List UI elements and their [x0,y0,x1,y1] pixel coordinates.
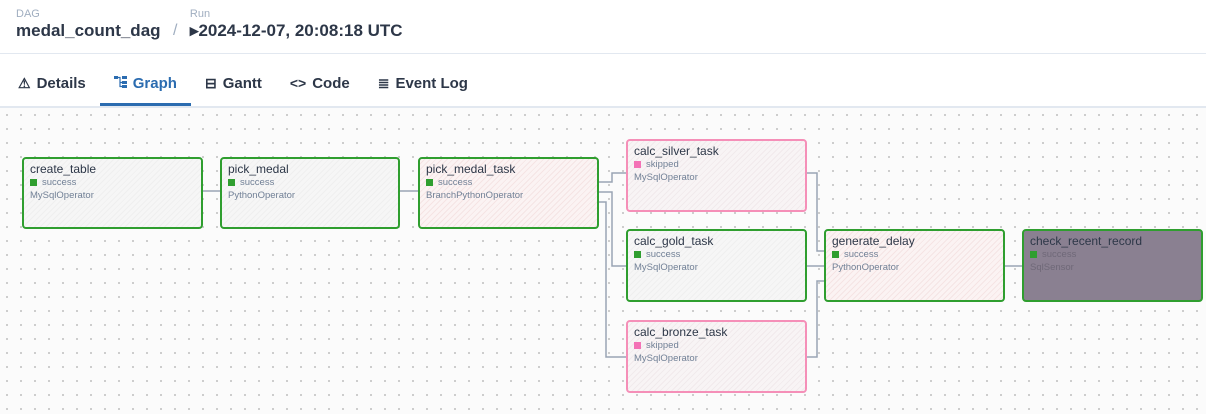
graph-canvas[interactable]: create_table success MySqlOperator pick_… [0,108,1206,414]
state-indicator [634,161,641,168]
task-operator: PythonOperator [832,262,900,273]
task-id: calc_bronze_task [634,325,728,339]
task-state: success [832,248,997,261]
tab-code[interactable]: <> Code [276,62,364,104]
tab-label: Code [312,74,350,92]
task-id: generate_delay [832,234,915,248]
task-operator: PythonOperator [228,190,296,201]
edge-pick-medal-task-calc-silver [598,172,627,183]
tab-gantt[interactable]: ⊟ Gantt [191,62,276,104]
task-operator: MySqlOperator [634,172,698,183]
task-operator: MySqlOperator [634,353,698,364]
state-indicator [228,179,235,186]
tab-label: Details [36,74,86,92]
dag-id[interactable]: medal_count_dag [16,20,161,42]
edge-calc-silver-generate-delay [806,172,825,252]
task-id: pick_medal [228,162,289,176]
task-state: success [634,248,799,261]
task-id: pick_medal_task [426,162,516,176]
task-operator: MySqlOperator [30,190,94,201]
tab-bar: ⚠ Details Graph ⊟ Gantt <> Code ≣ Event … [18,62,482,108]
edge-pick-medal-task-calc-gold [598,191,627,267]
state-indicator [634,342,641,349]
task-id: calc_silver_task [634,144,719,158]
state-indicator [426,179,433,186]
task-state: success [30,176,195,189]
task-node-check-recent-record[interactable]: check_recent_record success SqlSensor [1022,229,1203,302]
task-state: skipped [634,158,799,171]
code-icon: <> [289,75,307,91]
state-indicator [1030,251,1037,258]
gantt-icon: ⊟ [204,74,217,91]
tab-label: Graph [132,74,177,92]
state-indicator [634,251,641,258]
graph-icon [113,75,127,91]
state-indicator [832,251,839,258]
task-node-create-table[interactable]: create_table success MySqlOperator [22,157,203,229]
state-indicator [30,179,37,186]
task-node-generate-delay[interactable]: generate_delay success PythonOperator [824,229,1005,302]
tab-graph[interactable]: Graph [99,62,192,106]
task-operator: SqlSensor [1030,262,1074,273]
breadcrumb: DAG medal_count_dag / Run ▸2024-12-07, 2… [16,8,403,42]
run-label: Run [189,8,211,20]
task-operator: BranchPythonOperator [426,190,524,201]
task-operator: MySqlOperator [634,262,698,273]
task-state: skipped [634,339,799,352]
run-id[interactable]: ▸2024-12-07, 20:08:18 UTC [190,20,403,42]
event-log-icon: ≣ [377,74,390,91]
task-id: calc_gold_task [634,234,714,248]
task-node-calc-gold-task[interactable]: calc_gold_task success MySqlOperator [626,229,807,302]
breadcrumb-dag[interactable]: DAG medal_count_dag [16,8,161,42]
task-state: success [426,176,591,189]
task-state: success [1030,248,1195,261]
task-node-pick-medal[interactable]: pick_medal success PythonOperator [220,157,400,229]
task-node-calc-bronze-task[interactable]: calc_bronze_task skipped MySqlOperator [626,320,807,393]
edge-calc-bronze-generate-delay [806,280,825,358]
breadcrumb-separator: / [173,22,178,39]
warning-triangle-icon: ⚠ [18,74,31,91]
tab-details[interactable]: ⚠ Details [18,62,100,104]
dag-label: DAG [16,8,40,20]
tab-event-log[interactable]: ≣ Event Log [364,62,482,104]
tab-label: Event Log [395,74,468,92]
task-id: check_recent_record [1030,234,1143,248]
breadcrumb-run[interactable]: Run ▸2024-12-07, 20:08:18 UTC [190,8,403,42]
header-divider [0,53,1206,54]
task-state: success [228,176,392,189]
task-id: create_table [30,162,97,176]
tab-label: Gantt [222,74,262,92]
task-node-pick-medal-task[interactable]: pick_medal_task success BranchPythonOper… [418,157,599,229]
task-node-calc-silver-task[interactable]: calc_silver_task skipped MySqlOperator [626,139,807,212]
